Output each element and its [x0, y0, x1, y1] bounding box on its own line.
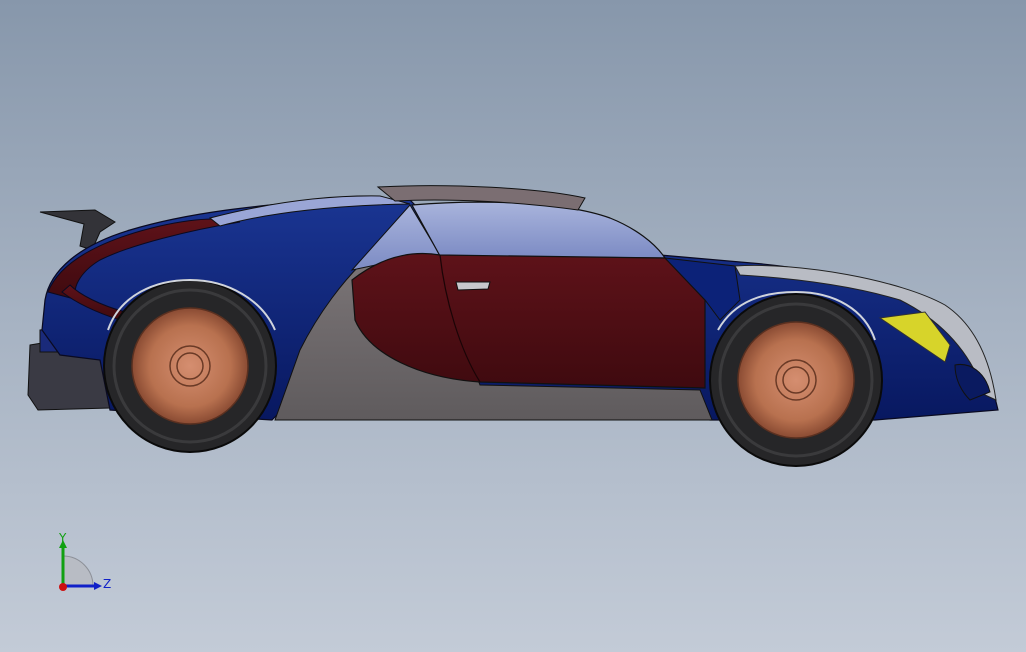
front-wheel — [709, 293, 883, 467]
graphics-viewport[interactable]: Y Z — [0, 0, 1026, 652]
rear-wheel — [103, 279, 277, 453]
x-axis-origin — [59, 583, 67, 591]
car-model[interactable] — [0, 0, 1026, 652]
y-axis-label: Y — [58, 531, 67, 545]
view-orientation-triad: Y Z — [58, 531, 111, 591]
z-axis-label: Z — [103, 577, 111, 591]
side-window — [411, 201, 667, 259]
triad-plane — [62, 555, 94, 587]
door-handle — [455, 281, 491, 291]
